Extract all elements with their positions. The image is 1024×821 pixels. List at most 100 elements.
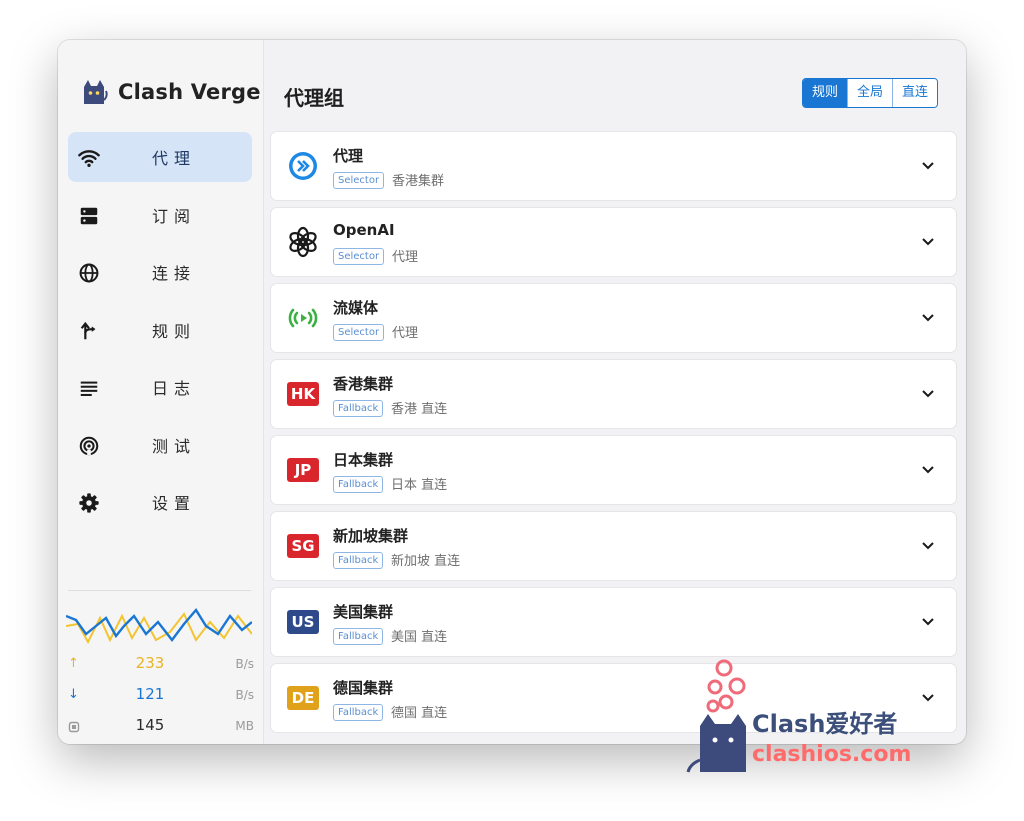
streaming-icon <box>285 300 321 336</box>
mode-direct-button[interactable]: 直连 <box>892 79 938 107</box>
flag-badge: US <box>287 610 319 634</box>
sidebar-item-connections[interactable]: 连接 <box>68 247 252 297</box>
group-name: 美国集群 <box>333 603 394 621</box>
chevron-down-icon[interactable] <box>920 309 936 325</box>
flag-de-icon: DE <box>285 680 321 716</box>
sidebar-item-label: 日志 <box>152 379 197 398</box>
download-unit: B/s <box>235 688 254 702</box>
group-current-node: 德国 直连 <box>391 706 448 721</box>
group-name: 日本集群 <box>333 451 394 469</box>
proxy-group-card[interactable]: HK 香港集群 Fallback 香港 直连 <box>271 360 956 428</box>
chevron-down-icon[interactable] <box>920 461 936 477</box>
group-current-node: 日本 直连 <box>391 478 448 493</box>
openai-logo-icon <box>285 224 321 260</box>
globe-icon <box>79 263 99 283</box>
fork-icon <box>80 321 96 339</box>
group-current-node: 香港集群 <box>392 174 445 189</box>
main-panel: 代理组 规则 全局 直连 代理 Selector 香港集群 OpenAI Sel… <box>264 40 966 744</box>
gear-icon <box>79 493 99 513</box>
radar-icon <box>79 436 99 455</box>
flag-us-icon: US <box>285 604 321 640</box>
sidebar-item-logs[interactable]: 日志 <box>68 362 252 412</box>
forward-circle-icon <box>285 148 321 184</box>
mode-global-button[interactable]: 全局 <box>847 79 893 107</box>
proxy-group-list: 代理 Selector 香港集群 OpenAI Selector 代理 流媒体 … <box>271 132 956 740</box>
sidebar-item-proxy[interactable]: 代理 <box>68 132 252 182</box>
group-current-node: 香港 直连 <box>391 402 448 417</box>
group-type-badge: Fallback <box>333 400 384 417</box>
proxy-group-card[interactable]: SG 新加坡集群 Fallback 新加坡 直连 <box>271 512 956 580</box>
group-name: 德国集群 <box>333 679 394 697</box>
group-name: 新加坡集群 <box>333 527 409 545</box>
download-trend-line <box>66 607 252 642</box>
proxy-group-card[interactable]: 流媒体 Selector 代理 <box>271 284 956 352</box>
proxy-group-card[interactable]: OpenAI Selector 代理 <box>271 208 956 276</box>
sidebar: Clash Verge 代理 订阅 连接 规则 日志 测试 设置 ↑ 233 B… <box>58 40 264 744</box>
sidebar-item-subscription[interactable]: 订阅 <box>68 190 252 240</box>
flag-sg-icon: SG <box>285 528 321 564</box>
page-title: 代理组 <box>284 86 344 110</box>
app-name: Clash Verge <box>118 80 261 104</box>
group-name: 香港集群 <box>333 375 394 393</box>
sidebar-item-label: 连接 <box>152 264 197 283</box>
upload-speed: ↑ 233 B/s <box>68 654 254 676</box>
group-current-node: 代理 <box>392 250 419 265</box>
download-value: 121 <box>135 685 165 703</box>
app-window: Clash Verge 代理 订阅 连接 规则 日志 测试 设置 ↑ 233 B… <box>58 40 966 744</box>
flag-jp-icon: JP <box>285 452 321 488</box>
proxy-group-card[interactable]: JP 日本集群 Fallback 日本 直连 <box>271 436 956 504</box>
memory-icon <box>68 721 80 733</box>
sidebar-divider <box>68 590 251 591</box>
upload-unit: B/s <box>235 657 254 671</box>
sidebar-item-rules[interactable]: 规则 <box>68 305 252 355</box>
group-current-node: 新加坡 直连 <box>391 554 461 569</box>
sidebar-item-test[interactable]: 测试 <box>68 420 252 470</box>
group-name: 流媒体 <box>333 299 379 317</box>
group-name: OpenAI <box>333 221 395 239</box>
group-type-badge: Fallback <box>333 476 384 493</box>
sidebar-item-label: 代理 <box>152 149 197 168</box>
memory-value: 145 <box>135 716 165 734</box>
arrow-up-icon: ↑ <box>68 656 79 671</box>
chevron-down-icon[interactable] <box>920 233 936 249</box>
flag-badge: JP <box>287 458 319 482</box>
sidebar-nav: 代理 订阅 连接 规则 日志 测试 设置 <box>68 132 252 535</box>
sidebar-item-label: 测试 <box>152 436 197 456</box>
proxy-group-card[interactable]: 代理 Selector 香港集群 <box>271 132 956 200</box>
arrow-down-icon: ↓ <box>68 687 79 702</box>
group-type-badge: Selector <box>333 172 385 189</box>
group-type-badge: Selector <box>333 324 385 341</box>
sidebar-item-label: 规则 <box>152 321 197 341</box>
lines-icon <box>80 381 98 396</box>
sidebar-item-settings[interactable]: 设置 <box>68 477 252 527</box>
sidebar-item-label: 设置 <box>152 494 197 513</box>
watermark-site: clashios.com <box>752 742 912 767</box>
chevron-down-icon[interactable] <box>920 613 936 629</box>
memory-usage: 145 MB <box>68 716 254 738</box>
flag-badge: SG <box>287 534 319 558</box>
flag-badge: HK <box>287 382 319 406</box>
upload-value: 233 <box>135 654 165 672</box>
watermark-title: Clash爱好者 <box>752 710 898 738</box>
download-speed: ↓ 121 B/s <box>68 685 254 707</box>
memory-unit: MB <box>235 719 254 733</box>
chevron-down-icon[interactable] <box>920 157 936 173</box>
group-type-badge: Fallback <box>333 628 384 645</box>
wifi-icon <box>78 150 100 167</box>
proxy-group-card[interactable]: US 美国集群 Fallback 美国 直连 <box>271 588 956 656</box>
storage-icon <box>80 207 98 224</box>
mode-rule-button[interactable]: 规则 <box>803 79 848 107</box>
chevron-down-icon[interactable] <box>920 537 936 553</box>
group-current-node: 代理 <box>392 326 419 341</box>
sidebar-item-label: 订阅 <box>152 206 197 226</box>
brand: Clash Verge <box>80 78 261 106</box>
cat-logo-icon <box>84 80 108 104</box>
traffic-graph <box>66 607 252 645</box>
mode-switch: 规则 全局 直连 <box>802 78 939 108</box>
chevron-down-icon[interactable] <box>920 385 936 401</box>
flag-hk-icon: HK <box>285 376 321 412</box>
group-type-badge: Fallback <box>333 552 384 569</box>
group-current-node: 美国 直连 <box>391 630 448 645</box>
group-name: 代理 <box>333 147 364 165</box>
group-type-badge: Fallback <box>333 704 384 721</box>
